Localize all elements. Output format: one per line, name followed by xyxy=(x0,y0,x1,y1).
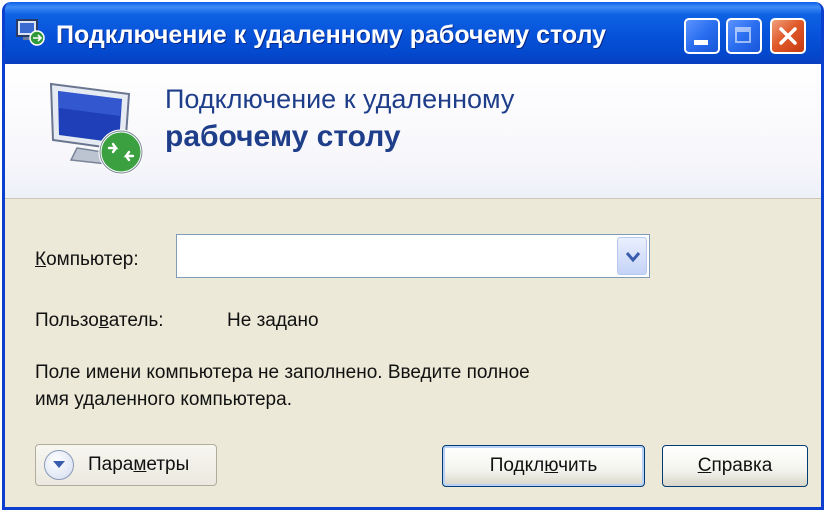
computer-dropdown-button[interactable] xyxy=(617,237,647,275)
banner-title-line2: рабочему столу xyxy=(165,120,401,153)
computer-label: Компьютер: xyxy=(35,249,139,270)
close-button[interactable] xyxy=(770,18,806,54)
help-button[interactable]: Справка xyxy=(662,445,808,487)
connect-button[interactable]: Подключить xyxy=(442,445,645,487)
hint-text-line1: Поле имени компьютера не заполнено. Введ… xyxy=(35,362,530,383)
header-banner: Подключение к удаленному рабочему столу xyxy=(5,64,821,199)
options-button[interactable]: Параметры xyxy=(35,444,217,486)
maximize-button[interactable] xyxy=(726,18,762,54)
minimize-button[interactable] xyxy=(684,18,720,54)
chevron-down-icon xyxy=(53,461,65,468)
close-icon xyxy=(779,27,797,45)
computer-combobox[interactable] xyxy=(176,234,650,278)
user-label: Пользователь: xyxy=(35,310,164,331)
chevron-down-icon xyxy=(625,252,641,263)
computer-input[interactable] xyxy=(181,239,615,275)
banner-title-line1: Подключение к удаленному xyxy=(165,84,515,114)
rdp-dialog-window: Подключение к удаленному рабочему столу … xyxy=(2,2,824,510)
monitor-connection-icon xyxy=(49,82,144,175)
hint-text-line2: имя удаленного компьютера. xyxy=(35,389,292,410)
window-title: Подключение к удаленному рабочему столу xyxy=(56,21,607,49)
user-value: Не задано xyxy=(227,310,319,331)
options-expand-icon xyxy=(44,450,74,480)
title-bar[interactable]: Подключение к удаленному рабочему столу xyxy=(5,2,821,64)
remote-desktop-icon xyxy=(16,19,45,46)
